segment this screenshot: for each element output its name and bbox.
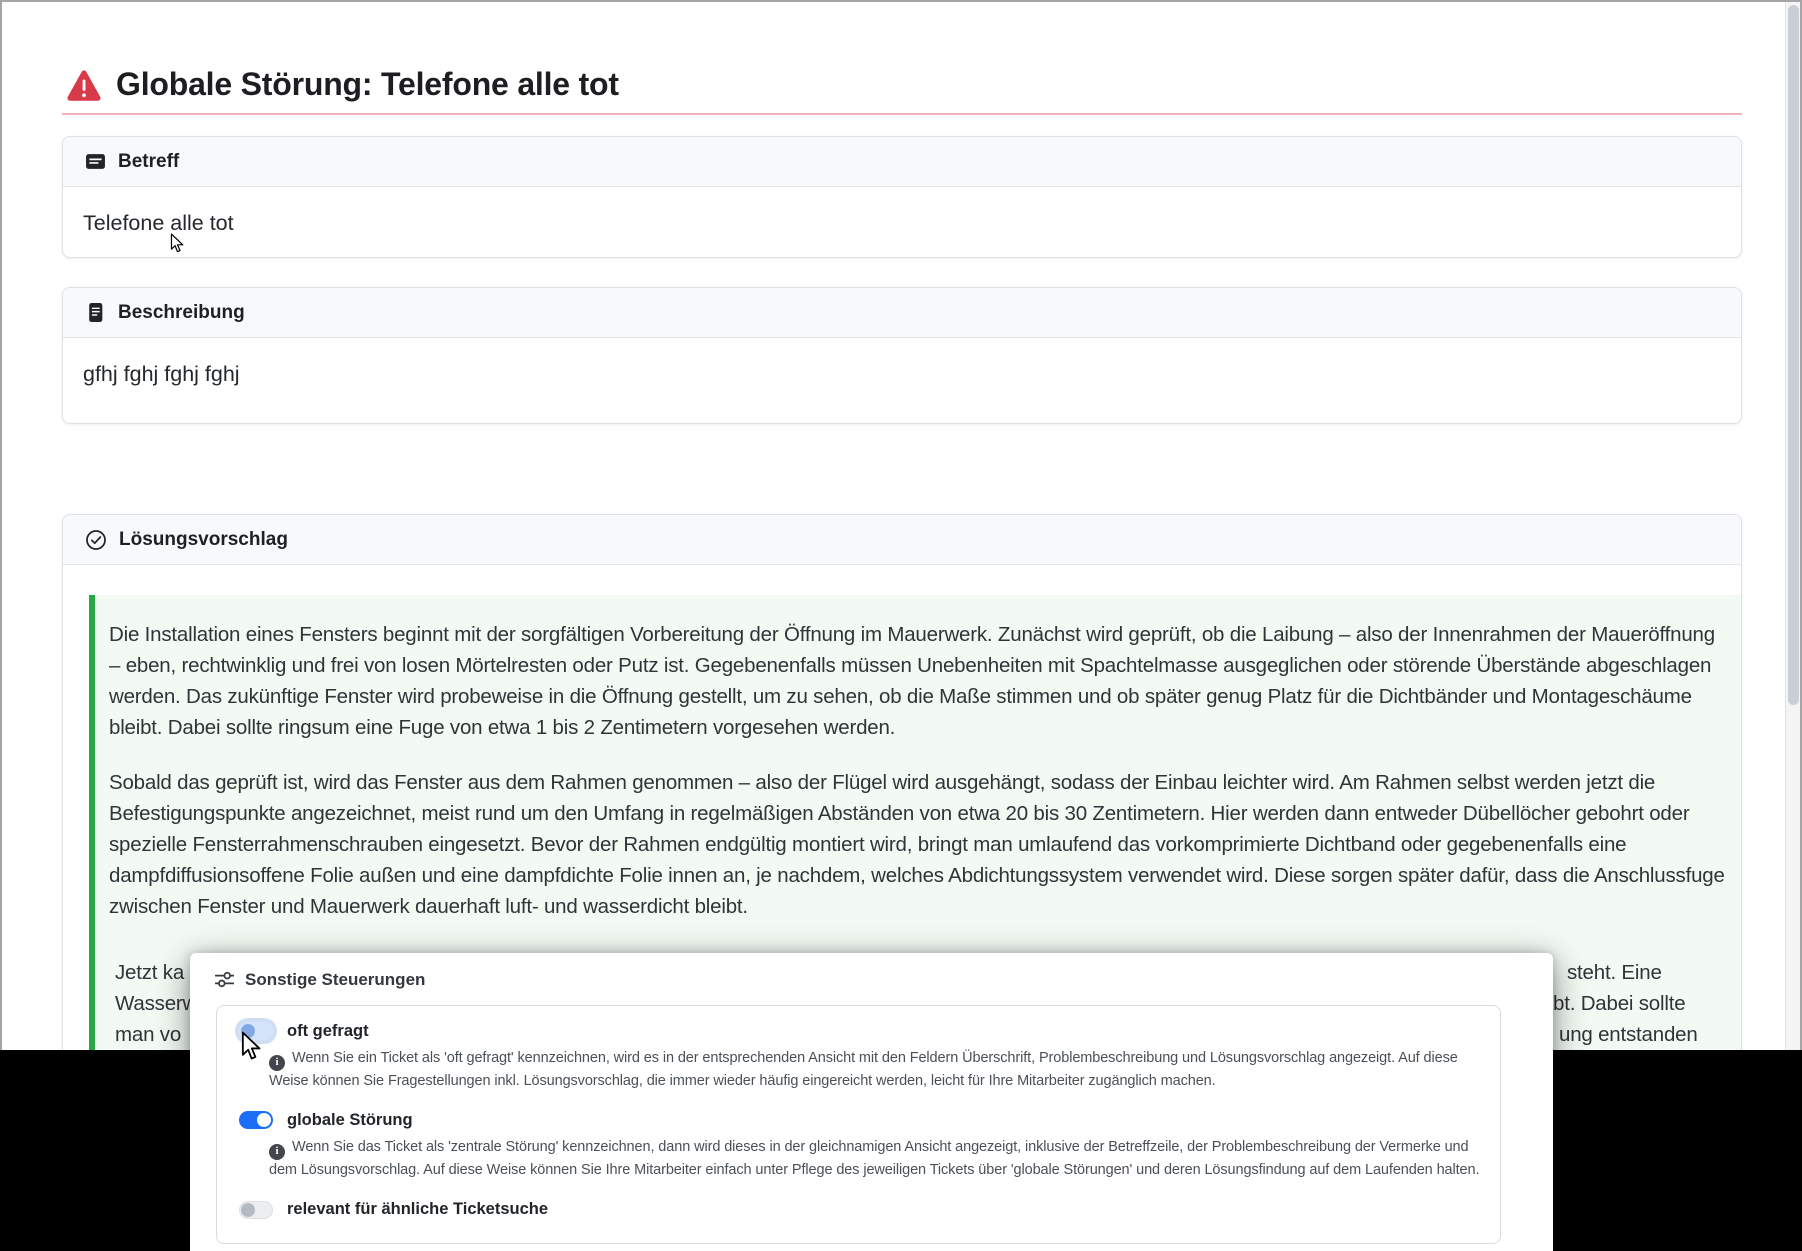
settings-overlay: Sonstige Steuerungen oft gefragt iWenn S… [190, 953, 1553, 1251]
journal-text-icon [85, 302, 106, 323]
solution-partial-right: bt. Dabei sollte [1553, 988, 1685, 1019]
black-mask-right [1553, 1050, 1802, 1251]
warning-triangle-icon [66, 69, 102, 101]
mouse-cursor-icon [241, 1031, 261, 1062]
beschreibung-label: Beschreibung [118, 302, 245, 324]
toggle-knob [257, 1113, 271, 1127]
solution-paragraph: Die Installation eines Fensters beginnt … [109, 619, 1725, 743]
ticketsuche-toggle[interactable] [239, 1201, 273, 1219]
scrollbar-thumb[interactable] [1788, 5, 1799, 705]
toggle-row-ticketsuche: relevant für ähnliche Ticketsuche [239, 1200, 1478, 1220]
info-icon: i [269, 1055, 285, 1071]
betreff-value: Telefone alle tot [63, 187, 1741, 258]
betreff-card: Betreff Telefone alle tot [62, 136, 1742, 258]
overlay-title: Sonstige Steuerungen [245, 970, 425, 990]
title-divider [62, 113, 1742, 115]
black-mask-left [0, 1050, 190, 1251]
card-text-icon [85, 151, 106, 172]
toggle-row-globale-stoerung: globale Störung [239, 1110, 1478, 1130]
ticketsuche-label[interactable]: relevant für ähnliche Ticketsuche [287, 1200, 548, 1219]
page-title: Globale Störung: Telefone alle tot [116, 66, 619, 103]
solution-partial-left: man vo [115, 1019, 181, 1050]
globale-stoerung-description: iWenn Sie das Ticket als 'zentrale Störu… [269, 1137, 1480, 1181]
toggle-knob [241, 1203, 255, 1217]
app-frame: Globale Störung: Telefone alle tot Betre… [0, 0, 1802, 1251]
solution-paragraph: Sobald das geprüft ist, wird das Fenster… [109, 767, 1725, 922]
globale-stoerung-label[interactable]: globale Störung [287, 1111, 413, 1130]
oft-gefragt-description: iWenn Sie ein Ticket als 'oft gefragt' k… [269, 1048, 1480, 1092]
info-icon: i [269, 1144, 285, 1160]
solution-partial-left: Wasserw [115, 988, 197, 1019]
solution-label: Lösungsvorschlag [119, 529, 288, 551]
sliders-icon [214, 969, 235, 990]
solution-partial-right: ung entstanden [1559, 1019, 1698, 1050]
solution-partial-right: steht. Eine [1567, 957, 1662, 988]
beschreibung-value: gfhj fghj fghj fghj [63, 338, 1741, 411]
globale-stoerung-toggle[interactable] [239, 1111, 273, 1129]
solution-partial-left: Jetzt ka [115, 957, 184, 988]
settings-card: oft gefragt iWenn Sie ein Ticket als 'of… [216, 1005, 1501, 1244]
oft-gefragt-label[interactable]: oft gefragt [287, 1022, 369, 1041]
beschreibung-card: Beschreibung gfhj fghj fghj fghj [62, 287, 1742, 424]
toggle-row-oft-gefragt: oft gefragt [239, 1021, 1478, 1041]
mouse-cursor-icon [170, 233, 184, 254]
check-circle-icon [85, 529, 107, 551]
betreff-label: Betreff [118, 151, 179, 173]
scrollbar[interactable] [1785, 2, 1800, 1050]
